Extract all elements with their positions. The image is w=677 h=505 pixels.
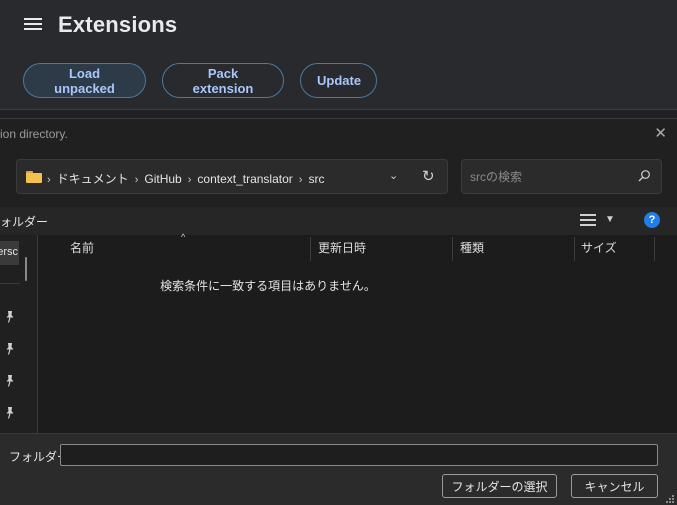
column-divider[interactable] <box>574 237 575 261</box>
search-icon[interactable] <box>637 169 651 183</box>
search-box[interactable] <box>461 159 662 194</box>
dialog-footer: フォルダー: フォルダーの選択 キャンセル <box>0 433 677 505</box>
column-header-type[interactable]: 種類 <box>460 235 484 261</box>
pin-icon[interactable] <box>5 311 15 323</box>
load-unpacked-button[interactable]: Load unpacked <box>23 63 146 98</box>
select-folder-button[interactable]: フォルダーの選択 <box>442 474 557 498</box>
column-header-size[interactable]: サイズ <box>581 235 617 261</box>
column-header-name[interactable]: 名前 <box>70 235 94 261</box>
extensions-header: Extensions Load unpacked Pack extension … <box>0 0 677 110</box>
breadcrumb-item-src[interactable]: src <box>308 172 324 186</box>
column-divider[interactable] <box>654 237 655 261</box>
chevron-right-icon[interactable]: › <box>188 174 192 186</box>
column-divider[interactable] <box>310 237 311 261</box>
dialog-toolbar: ォルダー ▼ ? <box>0 207 677 235</box>
dialog-title: ion directory. <box>0 127 68 141</box>
search-input[interactable] <box>470 168 630 186</box>
chevron-right-icon[interactable]: › <box>299 174 303 186</box>
update-button[interactable]: Update <box>300 63 377 98</box>
resize-grip-icon[interactable] <box>666 495 674 503</box>
nav-scrollbar[interactable] <box>25 257 27 281</box>
chevron-down-icon[interactable]: ⌄ <box>389 169 398 182</box>
divider <box>0 283 20 284</box>
cancel-button[interactable]: キャンセル <box>571 474 658 498</box>
folder-picker-dialog: ion directory. ✕ › ドキュメント › GitHub › context_… <box>0 118 677 505</box>
sort-ascending-icon: ^ <box>181 232 186 242</box>
chevron-down-icon[interactable]: ▼ <box>605 214 615 225</box>
folder-icon <box>26 171 42 183</box>
refresh-icon[interactable]: ↻ <box>422 167 435 185</box>
navigation-pane: ersc <box>0 235 38 433</box>
chevron-right-icon[interactable]: › <box>135 174 139 186</box>
breadcrumb-item-context-translator[interactable]: context_translator <box>197 172 292 186</box>
folder-field[interactable] <box>60 444 658 466</box>
view-options-icon[interactable] <box>580 213 596 227</box>
breadcrumb-item-github[interactable]: GitHub <box>144 172 181 186</box>
help-icon[interactable]: ? <box>644 212 660 228</box>
pack-extension-button[interactable]: Pack extension <box>162 63 284 98</box>
new-folder-button[interactable]: ォルダー <box>0 213 48 230</box>
column-header-date-modified[interactable]: 更新日時 <box>318 235 366 261</box>
breadcrumb-item-documents[interactable]: ドキュメント <box>57 172 129 186</box>
pin-icon[interactable] <box>5 407 15 419</box>
column-divider[interactable] <box>452 237 453 261</box>
menu-icon[interactable] <box>24 16 42 32</box>
page-title: Extensions <box>58 12 178 37</box>
close-icon[interactable]: ✕ <box>654 124 667 142</box>
pin-icon[interactable] <box>5 375 15 387</box>
address-bar[interactable]: › ドキュメント › GitHub › context_translator › src ⌄ … <box>16 159 448 194</box>
nav-item[interactable]: ersc <box>0 241 19 265</box>
empty-message: 検索条件に一致する項目はありません。 <box>160 279 376 293</box>
chevron-right-icon[interactable]: › <box>47 174 51 186</box>
file-list: ^ 名前 更新日時 種類 サイズ 検索条件に一致する項目はありません。 <box>38 232 677 433</box>
breadcrumb: › ドキュメント › GitHub › context_translator › src <box>47 170 324 187</box>
pin-icon[interactable] <box>5 343 15 355</box>
